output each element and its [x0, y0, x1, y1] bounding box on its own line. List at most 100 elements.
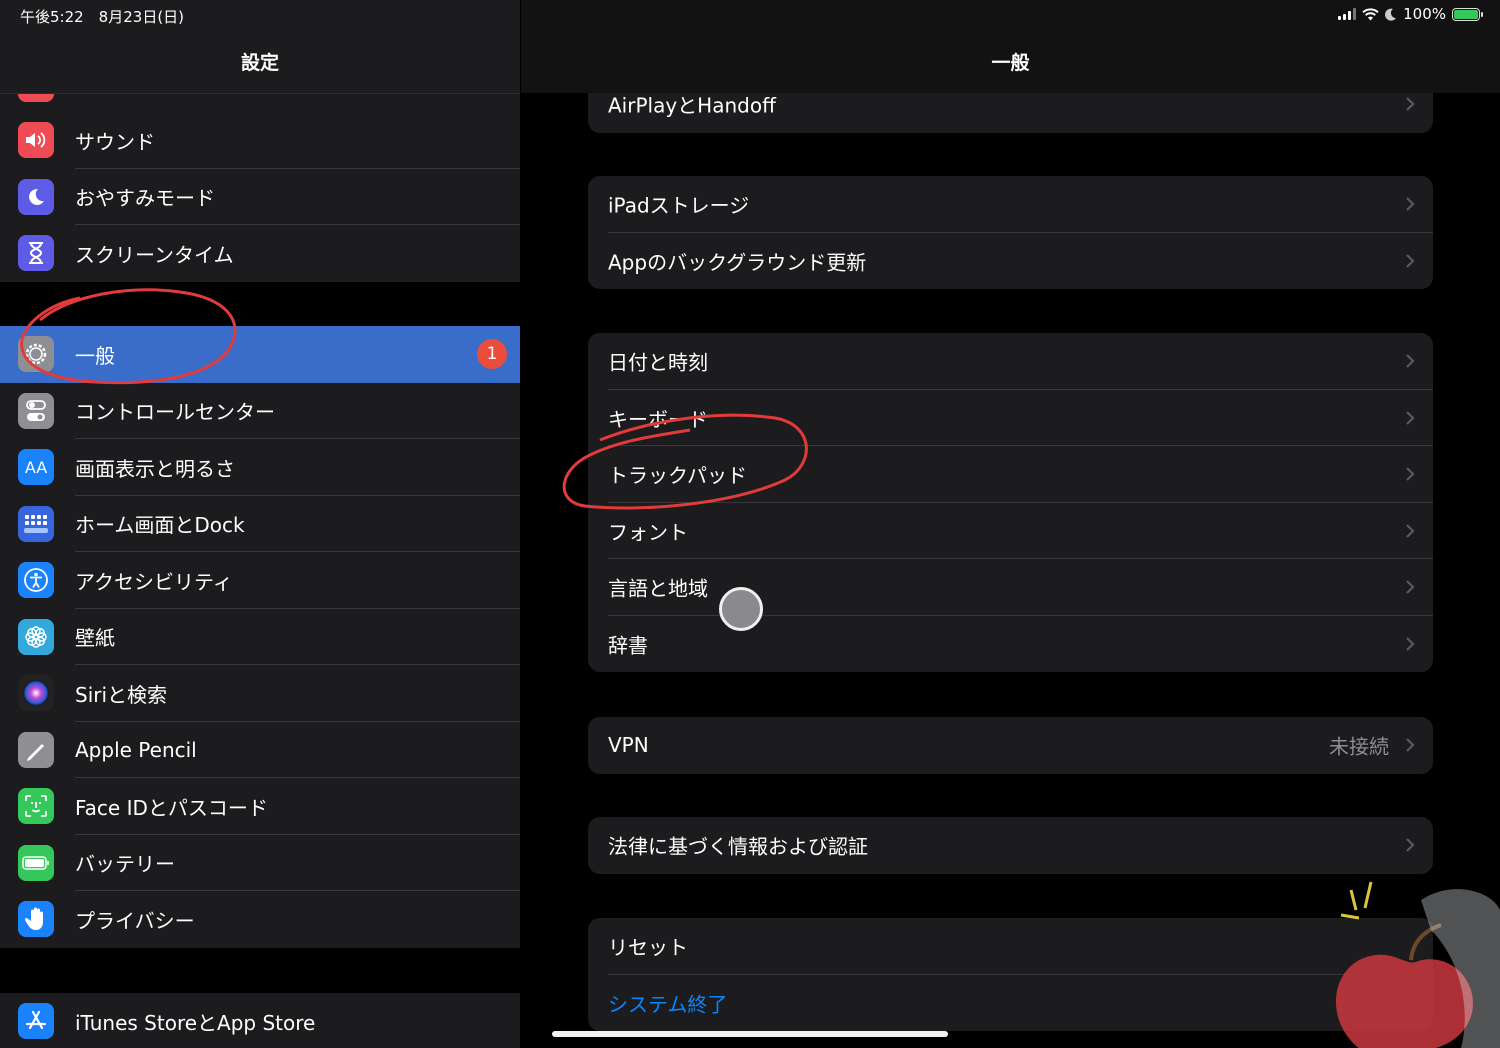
shutdown-label: システム終了 — [608, 992, 728, 1017]
row-label: 日付と時刻 — [608, 350, 708, 375]
home-indicator[interactable] — [552, 1031, 948, 1037]
row-label: iPadストレージ — [608, 193, 750, 218]
text-size-icon: AA — [18, 449, 54, 486]
sidebar-item-label: Face IDとパスコード — [75, 795, 268, 820]
chevron-right-icon — [1406, 354, 1415, 369]
sidebar-item-screen-time[interactable]: スクリーンタイム — [0, 225, 520, 282]
speaker-icon — [18, 122, 54, 159]
row-dictionary[interactable]: 辞書 — [588, 616, 1433, 673]
row-trackpad[interactable]: トラックパッド — [588, 446, 1433, 503]
row-date-time[interactable]: 日付と時刻 — [588, 333, 1433, 390]
sidebar-item-label: スクリーンタイム — [75, 242, 234, 267]
sidebar-item-label: コントロールセンター — [75, 400, 275, 425]
chevron-right-icon — [1406, 523, 1415, 538]
row-fonts[interactable]: フォント — [588, 503, 1433, 559]
sidebar-item-general[interactable]: 一般 1 — [0, 326, 520, 383]
row-label: 辞書 — [608, 633, 648, 658]
status-bar: 午後5:22 8月23日(日) 100% — [0, 0, 1500, 30]
sidebar-item-label: 画面表示と明るさ — [75, 456, 235, 481]
chevron-right-icon — [1406, 410, 1415, 425]
siri-icon — [18, 675, 54, 712]
sidebar-item-face-id[interactable]: Face IDとパスコード — [0, 778, 520, 835]
row-label: リセット — [608, 935, 688, 960]
face-id-icon — [18, 788, 54, 825]
sidebar-item-app-store[interactable]: iTunes StoreとApp Store — [0, 993, 520, 1048]
settings-group-input: 日付と時刻 キーボード トラックパッド フォント 言語と地域 辞書 — [588, 333, 1433, 672]
sidebar-item-label: Apple Pencil — [75, 737, 197, 762]
status-right: 100% — [1338, 5, 1483, 23]
sidebar-item-label: Siriと検索 — [75, 682, 168, 707]
sidebar-group-2: 一般 1 コントロールセンター AA 画面表示と明るさ ホーム画面とDock ア… — [0, 326, 520, 948]
row-ipad-storage[interactable]: iPadストレージ — [588, 176, 1433, 233]
row-label: 法律に基づく情報および認証 — [608, 834, 868, 859]
chevron-right-icon — [1406, 838, 1415, 853]
apple-mascot-icon — [1336, 881, 1500, 1048]
sidebar-item-label: iTunes StoreとApp Store — [75, 1010, 316, 1035]
chevron-right-icon — [1406, 197, 1415, 212]
chevron-right-icon — [1406, 636, 1415, 651]
gear-icon — [18, 336, 54, 373]
battery-icon — [18, 844, 54, 881]
settings-group-vpn: VPN 未接続 — [588, 717, 1433, 774]
sidebar-item-label: プライバシー — [75, 908, 195, 933]
settings-group-legal: 法律に基づく情報および認証 — [588, 817, 1433, 874]
moon-icon — [18, 178, 54, 215]
chevron-right-icon — [1406, 97, 1415, 112]
row-language-region[interactable]: 言語と地域 — [588, 559, 1433, 616]
sidebar-item-wallpaper[interactable]: 壁紙 — [0, 609, 520, 665]
row-legal[interactable]: 法律に基づく情報および認証 — [588, 817, 1433, 874]
row-label: Appのバックグラウンド更新 — [608, 250, 867, 275]
sidebar-item-label: サウンド — [75, 129, 155, 154]
cellular-signal-icon — [1338, 8, 1357, 20]
sidebar-item-battery[interactable]: バッテリー — [0, 835, 520, 891]
sidebar-item-label: 壁紙 — [75, 626, 115, 651]
sidebar-item-label: ホーム画面とDock — [75, 513, 245, 538]
settings-group-storage: iPadストレージ Appのバックグラウンド更新 — [588, 176, 1433, 289]
row-label: VPN — [608, 733, 649, 758]
pencil-icon — [18, 731, 54, 768]
toggles-icon — [18, 392, 54, 429]
row-background-refresh[interactable]: Appのバックグラウンド更新 — [588, 233, 1433, 290]
wifi-icon — [1362, 7, 1379, 20]
chevron-right-icon — [1406, 467, 1415, 482]
sidebar-item-accessibility[interactable]: アクセシビリティ — [0, 552, 520, 609]
sidebar-item-home-screen[interactable]: ホーム画面とDock — [0, 496, 520, 552]
battery-icon — [1452, 7, 1483, 21]
chevron-right-icon — [1406, 738, 1415, 753]
chevron-right-icon — [1406, 580, 1415, 595]
chevron-right-icon — [1406, 253, 1415, 268]
sidebar-item-label: おやすみモード — [75, 186, 215, 211]
vpn-status-value: 未接続 — [1329, 734, 1389, 759]
row-label: キーボード — [608, 407, 708, 432]
touch-indicator — [719, 587, 763, 631]
sidebar-group-1: サウンド おやすみモード スクリーンタイム — [0, 112, 520, 282]
sidebar-item-control-center[interactable]: コントロールセンター — [0, 383, 520, 439]
row-label: トラックパッド — [608, 463, 747, 488]
sidebar-item-label: 一般 — [75, 343, 115, 368]
sidebar-item-label: アクセシビリティ — [75, 569, 233, 594]
row-label: AirPlayとHandoff — [608, 93, 776, 118]
battery-percent: 100% — [1403, 5, 1446, 23]
accessibility-icon — [18, 562, 54, 599]
notification-badge: 1 — [477, 339, 507, 370]
home-grid-icon — [18, 505, 54, 542]
sidebar-item-label: バッテリー — [75, 852, 175, 877]
sidebar-item-apple-pencil[interactable]: Apple Pencil — [0, 722, 520, 778]
app-store-icon — [18, 1003, 54, 1040]
sidebar-item-sound[interactable]: サウンド — [0, 112, 520, 169]
row-vpn[interactable]: VPN 未接続 — [588, 717, 1433, 774]
sidebar-item-privacy[interactable]: プライバシー — [0, 891, 520, 948]
sidebar-item-siri[interactable]: Siriと検索 — [0, 665, 520, 722]
sidebar-group-3: iTunes StoreとApp Store — [0, 993, 520, 1048]
flower-icon — [18, 618, 54, 655]
row-keyboard[interactable]: キーボード — [588, 390, 1433, 446]
hand-icon — [18, 901, 54, 938]
sidebar-item-do-not-disturb[interactable]: おやすみモード — [0, 169, 520, 225]
sidebar-title: 設定 — [240, 52, 279, 74]
main-pane: 一般 AirPlayとHandoff iPadストレージ Appのバックグラウン… — [521, 0, 1500, 1048]
page-title: 一般 — [991, 52, 1030, 74]
row-label: 言語と地域 — [608, 576, 708, 601]
moon-status-icon — [1385, 8, 1397, 21]
sidebar-item-display[interactable]: AA 画面表示と明るさ — [0, 439, 520, 496]
sidebar: 設定 サウンド おやすみモード スクリーンタイム 一般 1 コントロールセンター — [0, 0, 520, 1048]
